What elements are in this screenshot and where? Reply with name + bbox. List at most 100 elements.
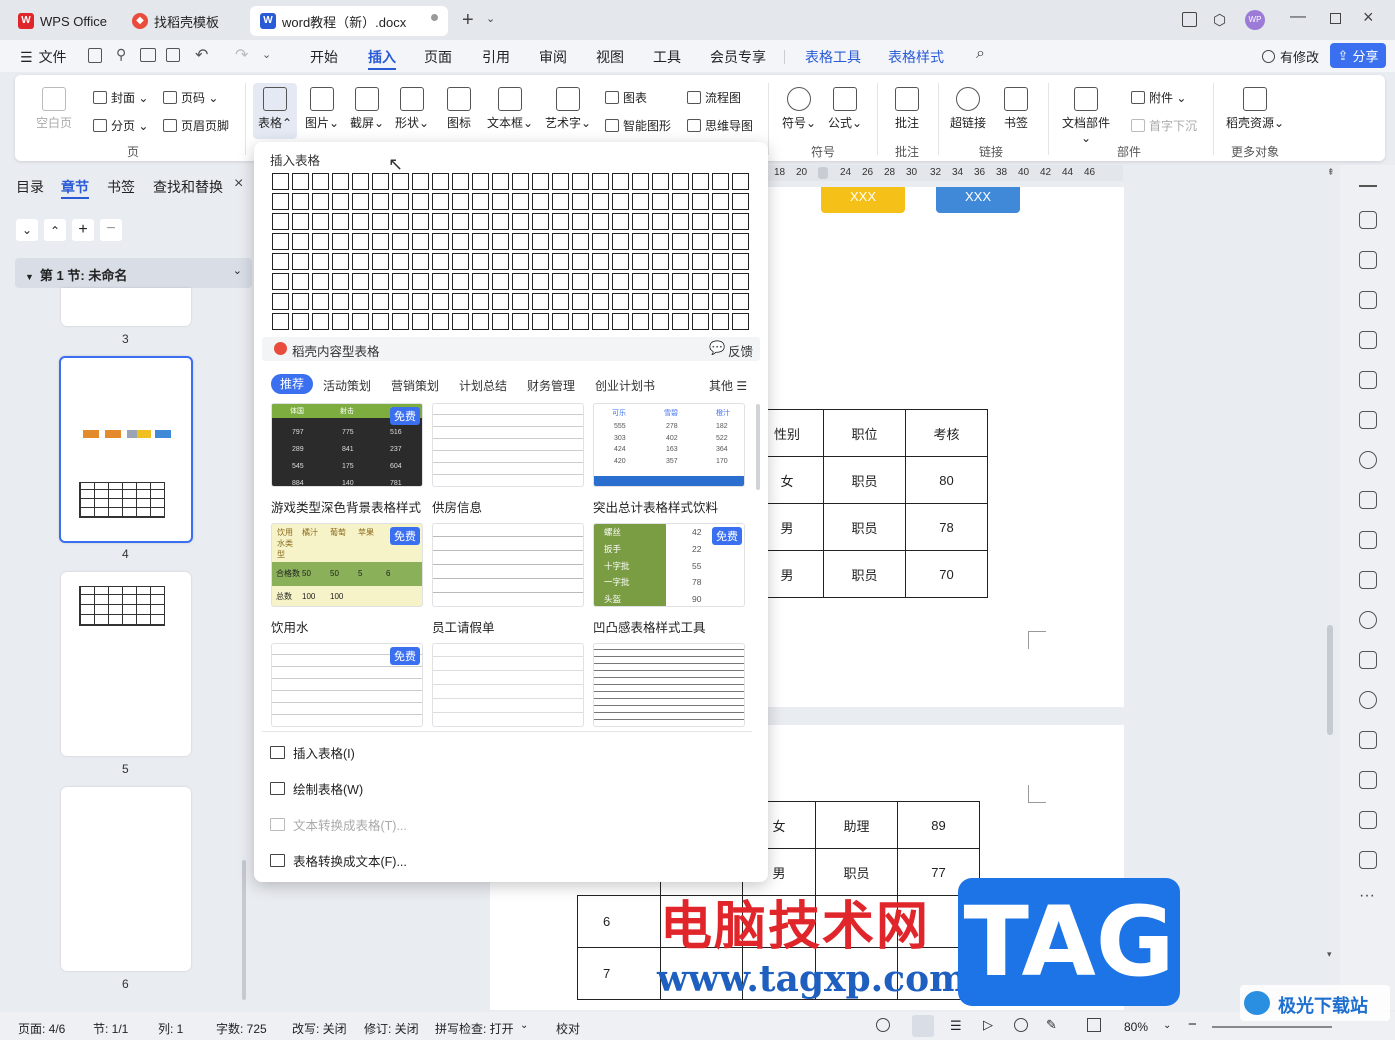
tab-document[interactable]: W word教程（新）.docx (250, 6, 448, 36)
cover-button[interactable]: 封面 ⌄ (93, 89, 148, 106)
grid-cell[interactable] (552, 193, 569, 210)
print-preview-icon[interactable] (166, 48, 180, 62)
menu-insert[interactable]: 插入 (368, 47, 396, 67)
template-card-label[interactable]: 突出总计表格样式饮料 (593, 497, 718, 516)
doc-edit-icon[interactable] (1359, 811, 1377, 829)
grid-cell[interactable] (512, 213, 529, 230)
grid-cell[interactable] (592, 293, 609, 310)
category-events[interactable]: 活动策划 (323, 377, 371, 394)
grid-cell[interactable] (692, 273, 709, 290)
table-cell[interactable]: 职员 (823, 503, 906, 551)
grid-cell[interactable] (712, 273, 729, 290)
grid-cell[interactable] (712, 313, 729, 330)
grid-cell[interactable] (672, 293, 689, 310)
grid-cell[interactable] (352, 313, 369, 330)
grid-cell[interactable] (672, 233, 689, 250)
grid-cell[interactable] (412, 213, 429, 230)
grid-cell[interactable] (492, 213, 509, 230)
grid-cell[interactable] (612, 233, 629, 250)
grid-cell[interactable] (732, 253, 749, 270)
grid-cell[interactable] (332, 193, 349, 210)
section-break-button[interactable]: 分页 ⌄ (93, 117, 148, 134)
grid-cell[interactable] (552, 233, 569, 250)
folder-icon[interactable] (1359, 731, 1377, 749)
unsaved-dot-icon[interactable] (431, 14, 438, 21)
insert-table-action[interactable]: 插入表格(I) (270, 743, 355, 762)
grid-cell[interactable] (532, 173, 549, 190)
grid-cell[interactable] (472, 313, 489, 330)
icon-button[interactable]: 图标 (439, 87, 479, 131)
eye-icon[interactable] (876, 1018, 890, 1032)
textbox-button[interactable]: 文本框⌄ (485, 87, 535, 131)
minimize-icon[interactable]: — (1290, 8, 1306, 26)
book-icon[interactable] (1359, 411, 1377, 429)
tab-find-replace[interactable]: 查找和替换 (153, 177, 223, 197)
draw-table-action[interactable]: 绘制表格(W) (270, 779, 363, 798)
grid-cell[interactable] (712, 193, 729, 210)
grid-cell[interactable] (732, 193, 749, 210)
grid-cell[interactable] (612, 293, 629, 310)
table-size-grid[interactable] (272, 173, 749, 330)
template-card[interactable]: 饮用水类型 橘汁 葡萄 苹果 合格数 50 50 5 6 总数 100 100 … (271, 523, 423, 607)
play-icon[interactable]: ▷ (983, 1017, 993, 1033)
excel-icon[interactable] (1359, 771, 1377, 789)
grid-cell[interactable] (412, 193, 429, 210)
grid-cell[interactable] (572, 273, 589, 290)
grid-cell[interactable] (592, 233, 609, 250)
table-cell[interactable]: 78 (905, 503, 988, 551)
grid-cell[interactable] (432, 253, 449, 270)
template-card[interactable]: 螺丝 42 扳手 22 十字批 55 一字批 78 头盔 90 免费 (593, 523, 745, 607)
grid-cell[interactable] (672, 193, 689, 210)
code-icon[interactable] (1359, 531, 1377, 549)
feedback-icon[interactable]: 💬 (709, 340, 725, 356)
grid-cell[interactable] (372, 253, 389, 270)
grid-cell[interactable] (292, 193, 309, 210)
smart-graphic-button[interactable]: 智能图形 (605, 117, 671, 134)
grid-cell[interactable] (432, 313, 449, 330)
grid-cell[interactable] (572, 233, 589, 250)
translate-icon[interactable] (1359, 651, 1377, 669)
grid-cell[interactable] (672, 173, 689, 190)
tab-bookmark[interactable]: 书签 (107, 177, 135, 197)
grid-cell[interactable] (672, 213, 689, 230)
grid-cell[interactable] (632, 173, 649, 190)
grid-cell[interactable] (572, 173, 589, 190)
redo-icon[interactable]: ↷ (235, 45, 248, 65)
select-icon[interactable] (1359, 251, 1377, 269)
menu-tools[interactable]: 工具 (653, 47, 681, 67)
grid-cell[interactable] (412, 273, 429, 290)
page-thumbnail-active[interactable] (59, 356, 193, 543)
grid-cell[interactable] (652, 313, 669, 330)
grid-cell[interactable] (632, 253, 649, 270)
grid-cell[interactable] (372, 313, 389, 330)
grid-cell[interactable] (352, 253, 369, 270)
grid-cell[interactable] (332, 313, 349, 330)
template-card[interactable] (432, 523, 584, 607)
grid-cell[interactable] (552, 253, 569, 270)
zoom-out-icon[interactable]: − (1188, 1016, 1197, 1033)
section-header[interactable]: ▼ 第 1 节: 未命名 ⌄ (15, 258, 252, 288)
status-page[interactable]: 页面: 4/6 (18, 1020, 65, 1037)
grid-cell[interactable] (652, 213, 669, 230)
grid-cell[interactable] (692, 253, 709, 270)
template-card-label[interactable]: 凹凸感表格样式工具 (593, 617, 706, 636)
grid-cell[interactable] (432, 293, 449, 310)
grid-cell[interactable] (272, 233, 289, 250)
grid-cell[interactable] (732, 313, 749, 330)
menu-home[interactable]: 开始 (310, 47, 338, 67)
grid-cell[interactable] (572, 293, 589, 310)
ruler-marker[interactable] (818, 167, 828, 179)
undo-icon[interactable]: ↶ (195, 45, 208, 65)
grid-cell[interactable] (652, 253, 669, 270)
doc-user-icon[interactable] (1359, 851, 1377, 869)
grid-cell[interactable] (412, 173, 429, 190)
grid-cell[interactable] (452, 273, 469, 290)
tab-list-chevron-icon[interactable]: ⌄ (486, 12, 495, 25)
avatar[interactable]: WP (1245, 10, 1265, 30)
grid-cell[interactable] (452, 173, 469, 190)
mindmap-button[interactable]: 思维导图 (687, 117, 753, 134)
grid-cell[interactable] (592, 273, 609, 290)
grid-cell[interactable] (692, 173, 709, 190)
grid-cell[interactable] (272, 313, 289, 330)
grid-cell[interactable] (412, 293, 429, 310)
